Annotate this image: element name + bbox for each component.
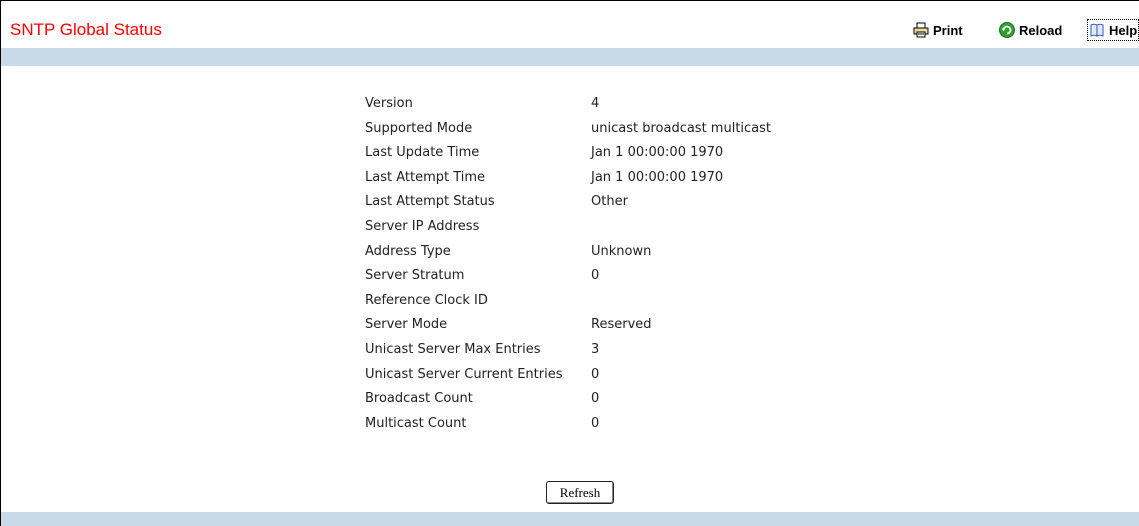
status-label: Reference Clock ID [365, 292, 488, 308]
status-value: Reserved [591, 317, 652, 333]
status-label: Unicast Server Current Entries [365, 366, 563, 382]
status-label: Unicast Server Max Entries [365, 341, 541, 357]
status-value: Unknown [591, 243, 652, 259]
status-value: 4 [591, 96, 600, 111]
help-label: Help [1109, 22, 1138, 38]
status-label: Last Update Time [365, 145, 480, 161]
status-value: Jan 1 00:00:00 1970 [591, 145, 724, 161]
status-label: Server Stratum [365, 268, 465, 284]
help-book-icon [1089, 22, 1105, 38]
toolbar: Print Reload Help [1, 19, 1139, 43]
status-value: 0 [591, 268, 600, 284]
footer-band [1, 512, 1139, 526]
status-value: unicast broadcast multicast [591, 120, 772, 136]
page-header: SNTP Global Status Print Reload Help [1, 1, 1139, 48]
status-label: Last Attempt Status [365, 194, 495, 210]
page-frame [0, 0, 1139, 526]
reload-icon [999, 22, 1015, 38]
status-label: Server Mode [365, 317, 448, 333]
status-label: Broadcast Count [365, 391, 473, 407]
status-value: 3 [591, 341, 600, 357]
status-value: 0 [591, 391, 600, 407]
help-button[interactable]: Help [1087, 19, 1139, 41]
refresh-button[interactable]: Refresh [546, 481, 614, 504]
printer-icon [913, 22, 929, 38]
status-label: Server IP Address [365, 218, 480, 234]
print-button[interactable]: Print [913, 19, 963, 41]
status-value: Other [591, 194, 628, 210]
status-label: Last Attempt Time [365, 169, 486, 185]
status-label: Version [365, 96, 413, 111]
status-value: 0 [591, 415, 600, 431]
reload-label: Reload [1019, 22, 1063, 38]
status-label: Multicast Count [365, 415, 467, 431]
status-label: Supported Mode [365, 120, 473, 136]
reload-button[interactable]: Reload [999, 19, 1062, 41]
status-value: Jan 1 00:00:00 1970 [591, 169, 724, 185]
status-label: Address Type [365, 243, 451, 259]
print-label: Print [933, 22, 963, 38]
header-separator-band [1, 48, 1139, 66]
status-value: 0 [591, 366, 600, 382]
